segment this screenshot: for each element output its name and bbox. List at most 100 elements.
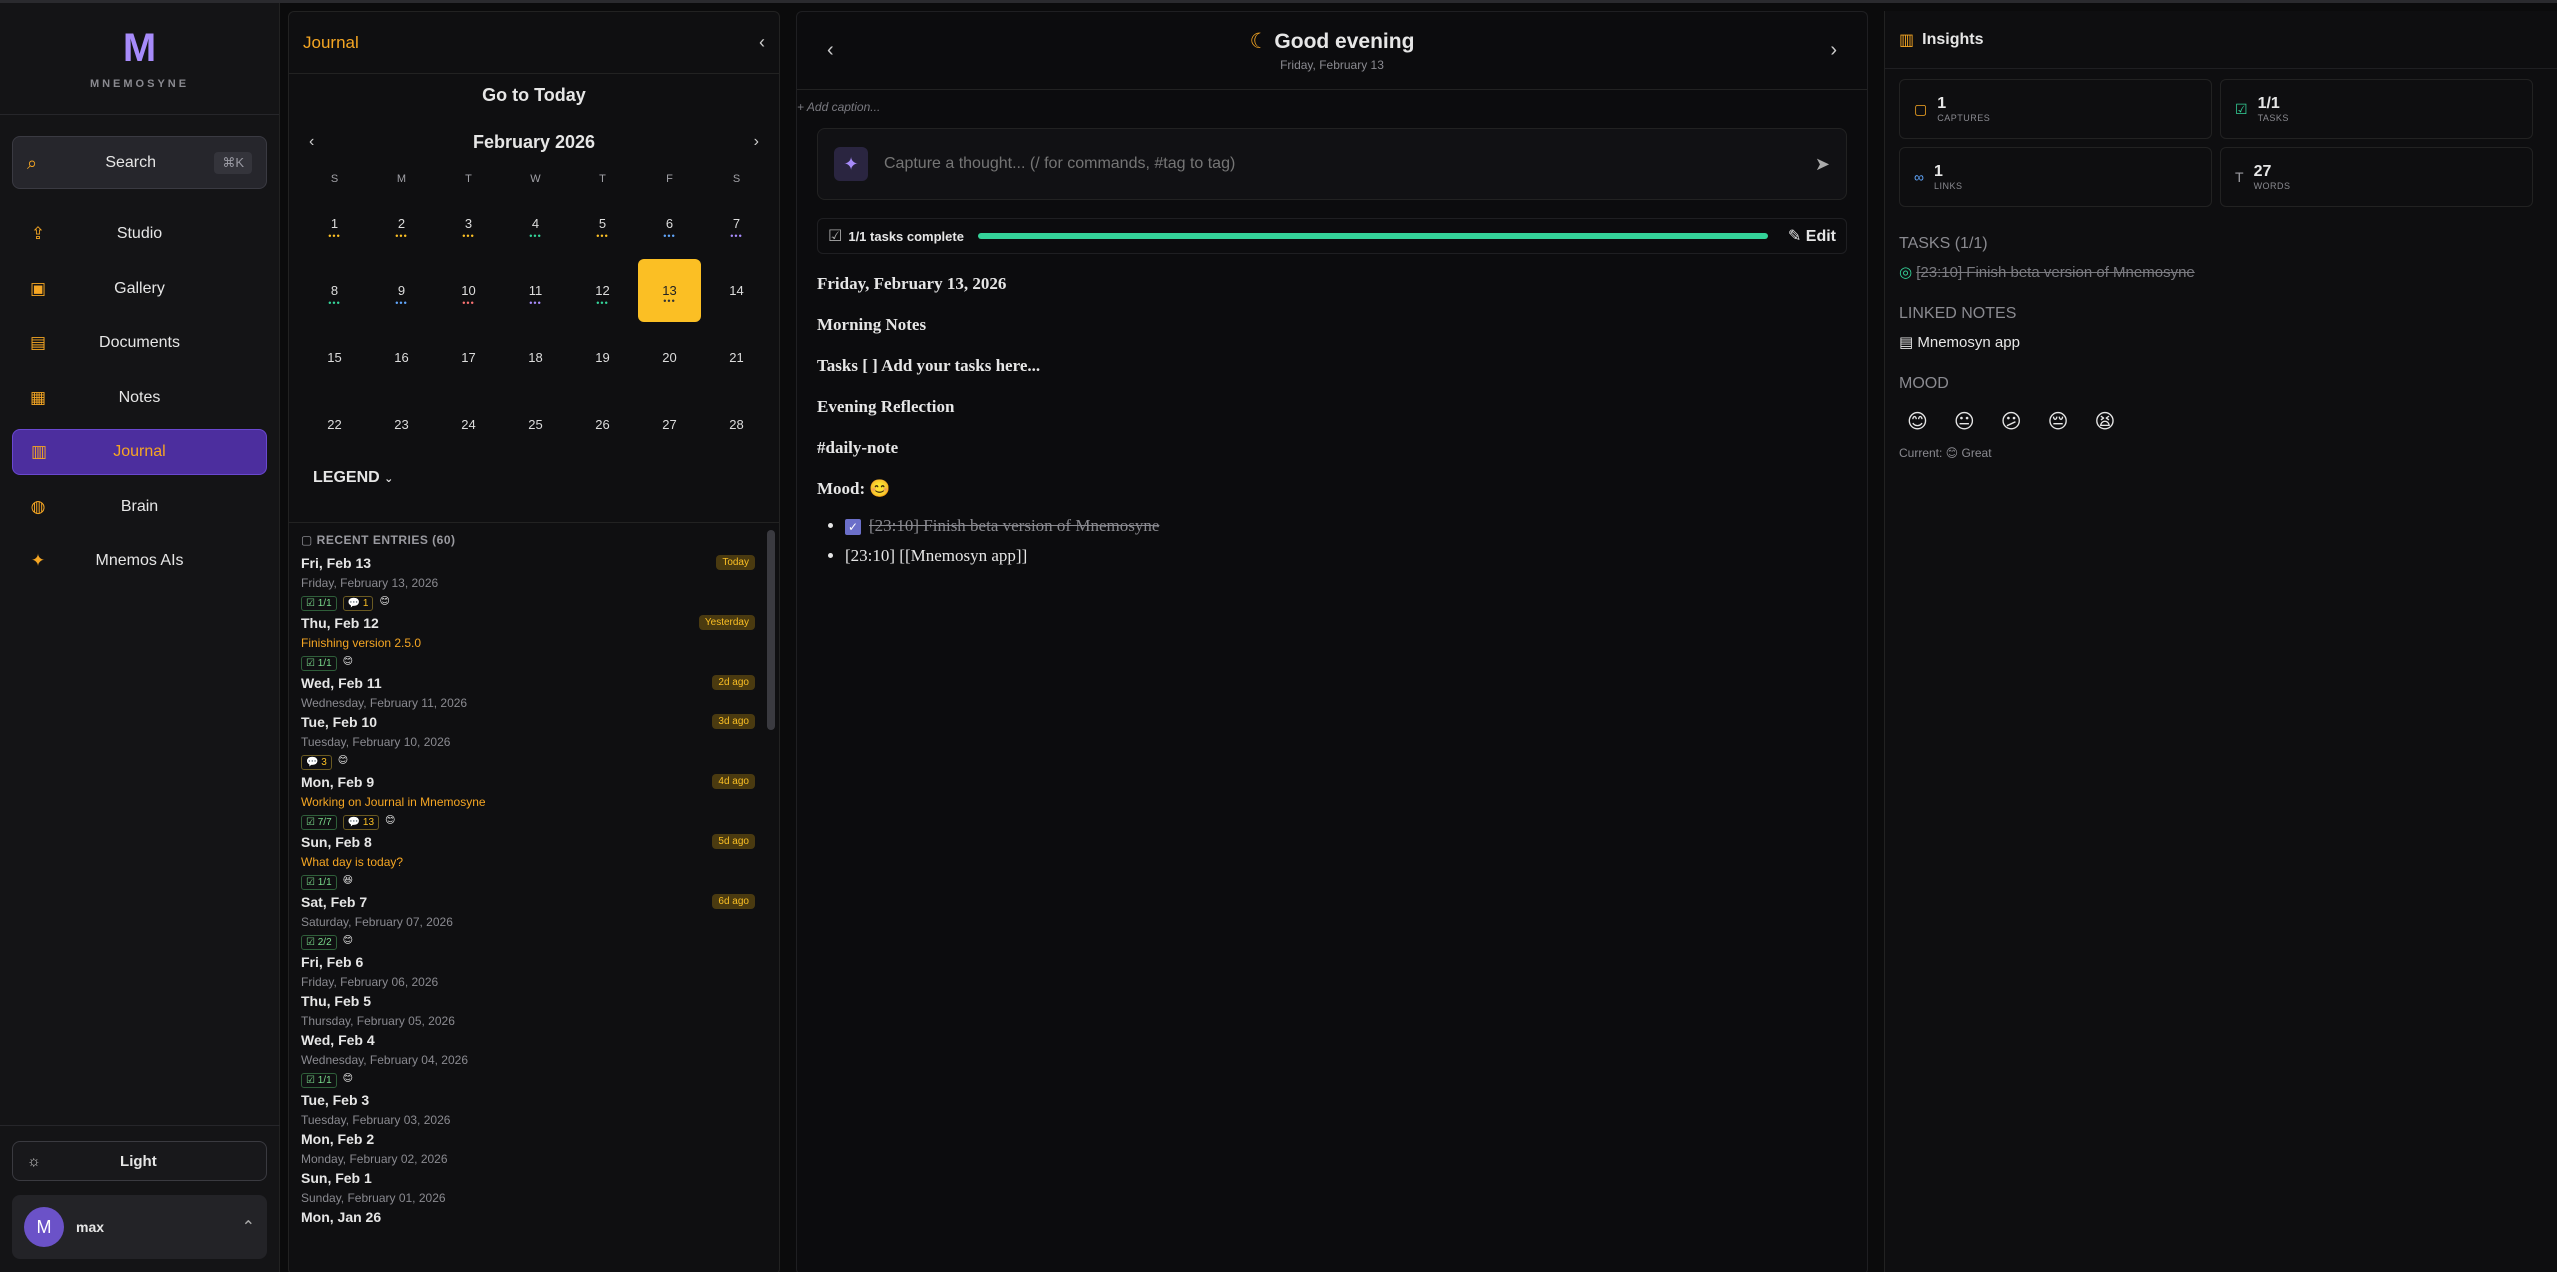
- capture-input[interactable]: [884, 155, 1815, 173]
- calendar-day[interactable]: 16: [368, 324, 435, 391]
- calendar-day[interactable]: 10 •••: [435, 257, 502, 324]
- calendar-day[interactable]: 24: [435, 391, 502, 458]
- entry-dots: •••: [730, 231, 743, 241]
- mood-option[interactable]: 😐: [1954, 409, 1975, 434]
- nav-item-documents[interactable]: ▤ Documents: [12, 320, 267, 366]
- calendar-day[interactable]: 17: [435, 324, 502, 391]
- weekday-label: T: [465, 173, 472, 185]
- list-item[interactable]: Thu, Feb 12 Yesterday Finishing version 2.…: [301, 615, 767, 671]
- next-month-icon[interactable]: ›: [754, 133, 759, 151]
- calendar-day[interactable]: 2 •••: [368, 190, 435, 257]
- nav-item-journal[interactable]: ▥ Journal: [12, 429, 267, 475]
- calendar-day[interactable]: 21: [703, 324, 770, 391]
- scrollbar[interactable]: [767, 530, 775, 730]
- calendar-day[interactable]: 25: [502, 391, 569, 458]
- entry-date: Tue, Feb 10: [301, 714, 377, 730]
- link-text[interactable]: [23:10] [[Mnemosyn app]]: [845, 546, 1027, 565]
- list-item[interactable]: Wed, Feb 4 Wednesday, February 04, 2026 ☑ …: [301, 1032, 767, 1088]
- next-day-icon[interactable]: ›: [1830, 39, 1837, 62]
- list-item[interactable]: Mon, Jan 26: [301, 1209, 767, 1225]
- list-item[interactable]: Tue, Feb 3 Tuesday, February 03, 2026: [301, 1092, 767, 1127]
- nav-item-notes[interactable]: ▦ Notes: [12, 375, 267, 421]
- checkbox[interactable]: ✓: [845, 519, 861, 536]
- mood-option[interactable]: 😔: [2048, 409, 2069, 434]
- calendar-day[interactable]: 20: [636, 324, 703, 391]
- collapse-chevron-icon[interactable]: ‹: [759, 32, 765, 53]
- edit-label: Edit: [1805, 228, 1836, 245]
- entry-chip: 💬 13: [342, 815, 380, 830]
- day-number: 24: [461, 417, 476, 432]
- calendar-grid: 1 ••• 2 ••• 3 ••• 4 ••• 5 ••• 6 ••• 7 ••• 8 ••• 9 ••• 10 ••…: [289, 190, 779, 458]
- insight-task[interactable]: ◎ [23:10] Finish beta version of Mnemosy…: [1885, 263, 2557, 281]
- calendar-day[interactable]: 23: [368, 391, 435, 458]
- entry-badge: 6d ago: [712, 894, 755, 909]
- calendar-day[interactable]: 15: [301, 324, 368, 391]
- day-number: 2: [397, 216, 406, 231]
- nav-label: Gallery: [114, 280, 165, 297]
- list-item[interactable]: Mon, Feb 9 4d ago Working on Journal in Mn…: [301, 774, 767, 830]
- calendar-day[interactable]: 28: [703, 391, 770, 458]
- calendar-day[interactable]: 11 •••: [502, 257, 569, 324]
- calendar-day[interactable]: 1 •••: [301, 190, 368, 257]
- nav-item-studio[interactable]: ⇪ Studio: [12, 211, 267, 257]
- calendar-day[interactable]: 19: [569, 324, 636, 391]
- list-item[interactable]: Wed, Feb 11 2d ago Wednesday, February 11,…: [301, 675, 767, 710]
- sparkle-icon[interactable]: ✦: [834, 147, 868, 181]
- list-item[interactable]: Mon, Feb 2 Monday, February 02, 2026: [301, 1131, 767, 1166]
- calendar-day[interactable]: 27: [636, 391, 703, 458]
- calendar-day[interactable]: 3 •••: [435, 190, 502, 257]
- day-number: 28: [729, 417, 744, 432]
- mood-option[interactable]: 😫: [2094, 409, 2115, 434]
- weekday-label: S: [330, 173, 339, 185]
- nav-item-mnemos-ais[interactable]: ✦ Mnemos AIs: [12, 538, 267, 584]
- calendar-day[interactable]: 5 •••: [569, 190, 636, 257]
- mood-option[interactable]: 😊: [1907, 409, 1928, 434]
- calendar-day[interactable]: 18: [502, 324, 569, 391]
- calendar-day[interactable]: 14: [703, 257, 770, 324]
- linked-note[interactable]: ▤ Mnemosyn app: [1885, 333, 2557, 351]
- current-mood: Current: 😊 Great: [1899, 446, 1992, 460]
- theme-toggle-button[interactable]: ☼ Light: [12, 1141, 267, 1181]
- entry-date: Mon, Feb 9: [301, 774, 375, 790]
- mood-picker: 😊 😐 😕 😔 😫: [1885, 409, 2557, 434]
- mood-option[interactable]: 😕: [2001, 409, 2022, 434]
- add-caption[interactable]: + Add caption...: [797, 100, 1867, 114]
- entry-dots: •••: [596, 298, 609, 308]
- entry-chip: ☑ 1/1: [301, 656, 337, 671]
- send-icon[interactable]: ➤: [1815, 154, 1830, 175]
- list-item[interactable]: Fri, Feb 13 Today Friday, February 13, 202…: [301, 555, 767, 611]
- weekday-label: S: [732, 173, 741, 185]
- calendar-day[interactable]: 6 •••: [636, 190, 703, 257]
- list-item[interactable]: Sun, Feb 8 5d ago What day is today? ☑ 1/1 😆: [301, 834, 767, 890]
- go-to-today-button[interactable]: Go to Today: [289, 74, 779, 116]
- list-item[interactable]: Thu, Feb 5 Thursday, February 05, 2026: [301, 993, 767, 1028]
- calendar-day[interactable]: 9 •••: [368, 257, 435, 324]
- prev-day-icon[interactable]: ‹: [827, 39, 834, 62]
- list-item[interactable]: Sat, Feb 7 6d ago Saturday, February 07, 2…: [301, 894, 767, 950]
- chevron-up-icon: ⌃: [241, 1219, 255, 1236]
- stat-links: ∞ 1 LINKS: [1899, 147, 2212, 207]
- calendar-day[interactable]: 13 •••: [638, 259, 701, 322]
- list-item[interactable]: Fri, Feb 6 Friday, February 06, 2026: [301, 954, 767, 989]
- tasks-progress: ☑ 1/1 tasks complete ✎ Edit: [817, 218, 1847, 254]
- nav-item-gallery[interactable]: ▣ Gallery: [12, 266, 267, 312]
- calendar-day[interactable]: 8 •••: [301, 257, 368, 324]
- legend-toggle[interactable]: LEGEND ⌄: [289, 458, 779, 498]
- nav-item-brain[interactable]: ◍ Brain: [12, 484, 267, 530]
- user-menu[interactable]: M max ⌃: [12, 1195, 267, 1259]
- list-item[interactable]: Sun, Feb 1 Sunday, February 01, 2026: [301, 1170, 767, 1205]
- calendar-day[interactable]: 7 •••: [703, 190, 770, 257]
- entry-chips: ☑ 1/1 😊: [301, 656, 767, 671]
- calendar-day[interactable]: 12 •••: [569, 257, 636, 324]
- search-button[interactable]: ⌕ Search ⌘K: [12, 136, 267, 189]
- list-item[interactable]: Tue, Feb 10 3d ago Tuesday, February 10, 2…: [301, 714, 767, 770]
- journal-document[interactable]: Friday, February 13, 2026 Morning Notes …: [797, 254, 1867, 596]
- app-root: M MNEMOSYNE ⌕ Search ⌘K ⇪ Studio ▣ Gallery…: [0, 0, 2557, 1272]
- day-number: 21: [729, 350, 744, 365]
- calendar-day[interactable]: 22: [301, 391, 368, 458]
- calendar-day[interactable]: 4 •••: [502, 190, 569, 257]
- calendar-day[interactable]: 26: [569, 391, 636, 458]
- prev-month-icon[interactable]: ‹: [309, 133, 314, 151]
- entry-date: Fri, Feb 13: [301, 555, 372, 571]
- edit-button[interactable]: ✎ Edit: [1788, 226, 1836, 246]
